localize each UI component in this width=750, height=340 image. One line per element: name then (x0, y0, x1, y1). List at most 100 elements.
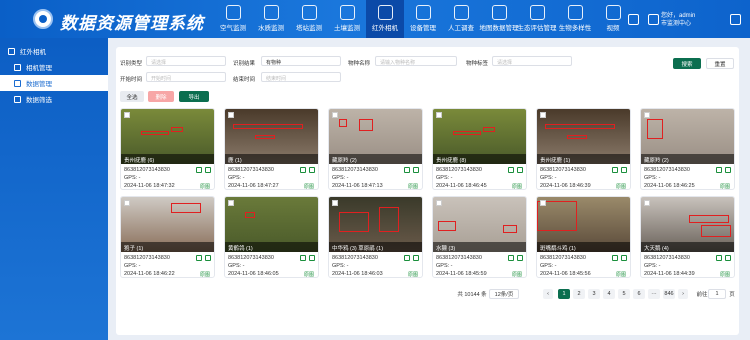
card-checkbox[interactable] (332, 112, 338, 118)
card-checkbox[interactable] (436, 112, 442, 118)
nav-tab-6[interactable]: 人工调查 (442, 0, 480, 38)
sidebar-item-data-filter[interactable]: 数据筛选 (0, 91, 108, 107)
original-image-link[interactable]: 原图 (304, 183, 314, 189)
edit-icon[interactable] (517, 255, 523, 261)
original-image-link[interactable]: 原图 (512, 183, 522, 189)
edit-icon[interactable] (621, 255, 627, 261)
image-card[interactable]: 贵州疣鹿 (8) 863812073143830 GPS: - 2024-11-06 … (432, 108, 527, 190)
image-card[interactable]: 贵州疣鹿 (1) 863812073143830 GPS: - 2024-11-06 … (536, 108, 631, 190)
card-checkbox[interactable] (644, 112, 650, 118)
original-image-link[interactable]: 原图 (616, 183, 626, 189)
original-image-link[interactable]: 原图 (200, 183, 210, 189)
image-icon[interactable] (612, 167, 618, 173)
original-image-link[interactable]: 原图 (304, 271, 314, 277)
goto-input[interactable]: 1 (708, 289, 726, 299)
sidebar-item-data-manage[interactable]: 数据管理 (0, 75, 108, 91)
sidebar-item-camera-manage[interactable]: 相机管理 (0, 59, 108, 75)
original-image-link[interactable]: 原图 (616, 271, 626, 277)
nav-tab-9[interactable]: 生物多样性 (556, 0, 594, 38)
reset-button[interactable]: 重置 (706, 58, 734, 69)
nav-tab-2[interactable]: 塔站监测 (290, 0, 328, 38)
export-button[interactable]: 导出 (179, 91, 209, 102)
user-info[interactable]: 您好，admin 市监测中心 (661, 12, 695, 28)
original-image-link[interactable]: 原图 (200, 271, 210, 277)
page-button[interactable]: 4 (603, 289, 615, 299)
image-icon[interactable] (716, 255, 722, 261)
end-time-input[interactable]: 结束时间 (261, 72, 341, 82)
card-checkbox[interactable] (436, 200, 442, 206)
page-button[interactable]: 846 (663, 289, 675, 299)
image-icon[interactable] (508, 255, 514, 261)
image-card[interactable]: 大天鹅 (4) 863812073143830 GPS: - 2024-11-06 1… (640, 196, 735, 278)
image-card[interactable]: 斑嘴鹬斗鸡 (1) 863812073143830 GPS: - 2024-11-06… (536, 196, 631, 278)
page-button[interactable]: 3 (588, 289, 600, 299)
nav-tab-5[interactable]: 设备管理 (404, 0, 442, 38)
nav-tab-8[interactable]: 生态评估管理 (518, 0, 557, 38)
card-checkbox[interactable] (124, 200, 130, 206)
image-card[interactable]: 藏原羚 (2) 863812073143830 GPS: - 2024-11-06 1… (640, 108, 735, 190)
page-button[interactable]: 1 (558, 289, 570, 299)
edit-icon[interactable] (517, 167, 523, 173)
edit-icon[interactable] (725, 167, 731, 173)
image-icon[interactable] (404, 167, 410, 173)
nav-tab-1[interactable]: 水质监测 (252, 0, 290, 38)
next-page-button[interactable]: › (678, 289, 688, 299)
page-size-select[interactable]: 12条/页 (489, 289, 519, 299)
nav-tab-3[interactable]: 土壤监测 (328, 0, 366, 38)
logout-icon[interactable] (730, 14, 741, 25)
original-image-link[interactable]: 原图 (408, 271, 418, 277)
image-icon[interactable] (300, 167, 306, 173)
recognition-type-select[interactable]: 请选择 (146, 56, 226, 66)
nav-tab-7[interactable]: 地图数据管理 (480, 0, 519, 38)
original-image-link[interactable]: 原图 (720, 271, 730, 277)
image-icon[interactable] (300, 255, 306, 261)
start-time-input[interactable]: 开始时间 (146, 72, 226, 82)
card-checkbox[interactable] (332, 200, 338, 206)
image-card[interactable]: 狍子 (1) 863812073143830 GPS: - 2024-11-06 18… (120, 196, 215, 278)
nav-tab-4[interactable]: 红外相机 (366, 0, 404, 38)
delete-button[interactable]: 删除 (148, 91, 174, 102)
original-image-link[interactable]: 原图 (408, 183, 418, 189)
card-checkbox[interactable] (540, 200, 546, 206)
card-checkbox[interactable] (540, 112, 546, 118)
edit-icon[interactable] (725, 255, 731, 261)
card-checkbox[interactable] (124, 112, 130, 118)
nav-tab-0[interactable]: 空气监测 (214, 0, 252, 38)
nav-tab-10[interactable]: 视频 (594, 0, 632, 38)
edit-icon[interactable] (205, 255, 211, 261)
image-card[interactable]: 中华鸦 (3) 草原鹃 (1) 863812073143830 GPS: - 2024… (328, 196, 423, 278)
original-image-link[interactable]: 原图 (720, 183, 730, 189)
page-button[interactable]: 2 (573, 289, 585, 299)
image-icon[interactable] (716, 167, 722, 173)
image-icon[interactable] (196, 167, 202, 173)
edit-icon[interactable] (621, 167, 627, 173)
image-card[interactable]: 水獭 (3) 863812073143830 GPS: - 2024-11-06 18… (432, 196, 527, 278)
edit-icon[interactable] (413, 255, 419, 261)
home-icon[interactable] (648, 14, 659, 25)
image-card[interactable]: 贵州疣鹿 (6) 863812073143830 GPS: - 2024-11-06 … (120, 108, 215, 190)
species-tag-select[interactable]: 请选择 (492, 56, 572, 66)
fullscreen-icon[interactable] (628, 14, 639, 25)
page-button[interactable]: 5 (618, 289, 630, 299)
recognition-result-select[interactable]: 有物种 (261, 56, 341, 66)
prev-page-button[interactable]: ‹ (543, 289, 553, 299)
card-checkbox[interactable] (644, 200, 650, 206)
card-checkbox[interactable] (228, 112, 234, 118)
card-checkbox[interactable] (228, 200, 234, 206)
page-button[interactable]: 6 (633, 289, 645, 299)
image-icon[interactable] (508, 167, 514, 173)
edit-icon[interactable] (309, 255, 315, 261)
image-icon[interactable] (196, 255, 202, 261)
image-card[interactable]: 鹿 (1) 863812073143830 GPS: - 2024-11-06 18:… (224, 108, 319, 190)
image-icon[interactable] (612, 255, 618, 261)
image-icon[interactable] (404, 255, 410, 261)
sidebar-group-camera[interactable]: 红外相机 (0, 43, 108, 59)
edit-icon[interactable] (309, 167, 315, 173)
image-card[interactable]: 黄鹡鸰 (1) 863812073143830 GPS: - 2024-11-06 1… (224, 196, 319, 278)
original-image-link[interactable]: 原图 (512, 271, 522, 277)
image-card[interactable]: 藏原羚 (2) 863812073143830 GPS: - 2024-11-06 1… (328, 108, 423, 190)
edit-icon[interactable] (205, 167, 211, 173)
page-button[interactable]: ··· (648, 289, 660, 299)
select-all-button[interactable]: 全选 (120, 91, 144, 102)
species-name-input[interactable]: 请输入物种名称 (375, 56, 457, 66)
